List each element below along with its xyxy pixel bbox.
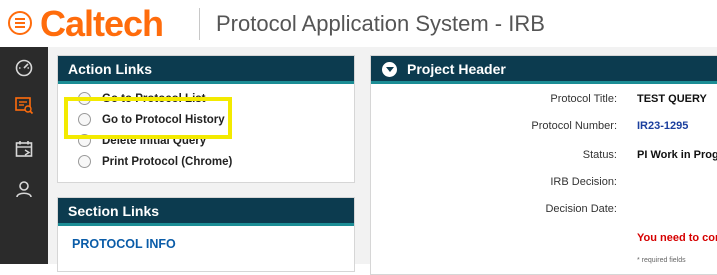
action-link-label[interactable]: Print Protocol (Chrome) — [102, 156, 232, 168]
sidebar-item-protocols[interactable] — [0, 87, 48, 123]
field-label-protocol-title: Protocol Title: — [550, 93, 617, 105]
sidebar-item-dashboard[interactable] — [0, 49, 48, 85]
field-label-irb-decision: IRB Decision: — [550, 176, 617, 188]
field-label-status: Status: — [582, 149, 617, 161]
warning-message: You need to con — [637, 232, 717, 244]
action-link-print-protocol[interactable]: Print Protocol (Chrome) — [78, 151, 232, 172]
section-link-protocol-info[interactable]: PROTOCOL INFO — [72, 237, 176, 251]
app-title: Protocol Application System - IRB — [216, 11, 545, 36]
user-icon — [16, 181, 32, 198]
calendar-icon — [15, 141, 33, 157]
radio-icon[interactable] — [78, 155, 91, 168]
project-header-panel: Project Header Protocol Title: TEST QUER… — [370, 55, 717, 275]
required-fields-note: * required fields — [637, 257, 686, 264]
action-links-header: Action Links — [58, 56, 354, 84]
caltech-logo[interactable]: Caltech — [40, 2, 164, 46]
dashboard-icon — [15, 59, 33, 77]
project-header-title: Project Header — [407, 61, 506, 77]
section-links-header: Section Links — [58, 198, 354, 226]
field-value-protocol-number[interactable]: IR23-1295 — [637, 120, 688, 132]
header-divider — [199, 8, 200, 40]
app-header: Caltech Protocol Application System - IR… — [0, 0, 717, 47]
field-label-protocol-number: Protocol Number: — [531, 120, 617, 132]
field-value-protocol-title: TEST QUERY — [637, 93, 707, 105]
section-links-panel: Section Links PROTOCOL INFO — [57, 197, 355, 272]
menu-icon[interactable] — [8, 11, 32, 35]
sidebar — [0, 47, 48, 264]
sidebar-item-profile[interactable] — [0, 171, 48, 207]
protocol-list-icon — [15, 97, 34, 115]
field-label-decision-date: Decision Date: — [545, 203, 617, 215]
field-value-status: PI Work in Prog — [637, 149, 717, 161]
project-header-bar: Project Header — [371, 56, 717, 84]
collapse-toggle-icon[interactable] — [382, 62, 397, 77]
highlight-box — [64, 97, 232, 139]
sidebar-item-calendar[interactable] — [0, 131, 48, 167]
